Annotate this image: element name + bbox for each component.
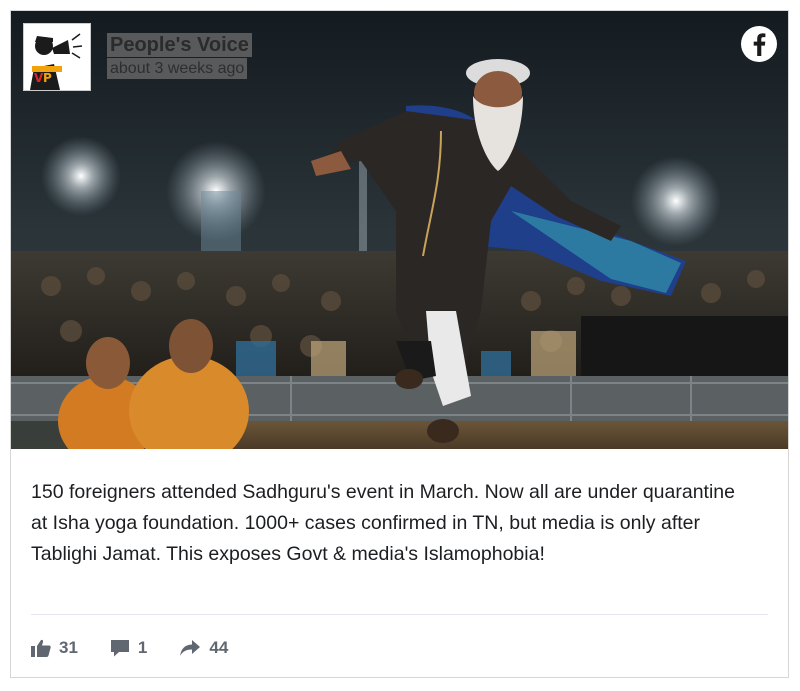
- like-count: 31: [59, 638, 78, 657]
- post-timestamp[interactable]: about 3 weeks ago: [107, 58, 248, 79]
- post-text: 150 foreigners attended Sadhguru's event…: [31, 481, 735, 565]
- comment-count: 1: [137, 638, 148, 657]
- share-button[interactable]: 44: [179, 638, 228, 658]
- reaction-bar: 31 1 44: [31, 638, 260, 658]
- like-button[interactable]: 31: [31, 638, 78, 658]
- comment-button[interactable]: 1: [110, 638, 147, 658]
- facebook-icon[interactable]: [740, 25, 778, 63]
- post-meta: People's Voice about 3 weeks ago: [107, 33, 252, 79]
- post-header: V P People's Voice about 3 weeks ago: [23, 23, 252, 91]
- post-card: V P People's Voice about 3 weeks ago 150…: [10, 10, 789, 678]
- thumbs-up-icon: [31, 639, 51, 657]
- share-count: 44: [209, 638, 229, 657]
- share-arrow-icon: [180, 640, 201, 656]
- speech-bubble-icon: [110, 640, 129, 657]
- megaphone-man-logo: V P: [24, 24, 90, 90]
- divider: [31, 614, 768, 615]
- svg-text:P: P: [43, 71, 52, 85]
- page-name-link[interactable]: People's Voice: [107, 33, 252, 57]
- page-avatar[interactable]: V P: [23, 23, 91, 91]
